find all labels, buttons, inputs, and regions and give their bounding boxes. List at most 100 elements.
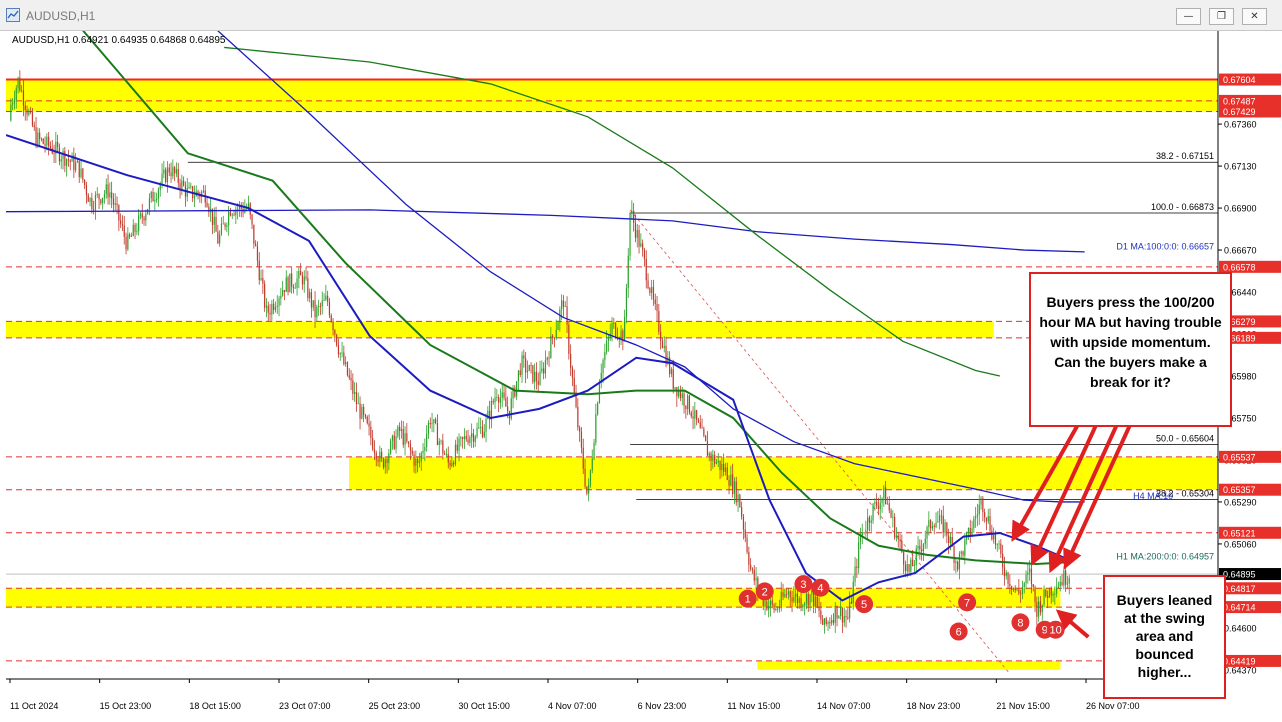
candle-body <box>292 286 295 289</box>
candle-body <box>471 433 473 438</box>
candle-body <box>319 305 322 307</box>
candle-body <box>278 298 280 306</box>
candle-body <box>809 594 811 606</box>
candle-body <box>478 427 480 429</box>
candle-body <box>96 194 98 195</box>
candle-body <box>345 362 347 365</box>
close-button[interactable]: ✕ <box>1242 8 1267 25</box>
candle-body <box>859 536 862 543</box>
candle-body <box>1038 601 1040 617</box>
candle-body <box>26 110 28 115</box>
candle-body <box>375 452 377 460</box>
candle-body <box>894 516 896 538</box>
candle-body <box>827 622 829 625</box>
candle-body <box>350 377 352 381</box>
candle-body <box>597 403 599 415</box>
candle-body <box>530 365 532 366</box>
swing-marker-label: 5 <box>861 599 867 611</box>
support-resistance-zone <box>6 321 994 338</box>
candle-body <box>579 427 581 432</box>
candle-body <box>924 538 926 545</box>
candle-body <box>647 280 649 289</box>
candle-body <box>417 458 419 463</box>
candle-body <box>226 225 228 227</box>
candle-body <box>66 159 68 166</box>
candle-body <box>897 535 899 540</box>
candle-body <box>586 486 588 494</box>
candle-body <box>769 600 772 606</box>
candle-body <box>300 270 302 276</box>
candle-body <box>264 283 266 308</box>
candle-body <box>436 422 439 446</box>
candle-body <box>483 431 485 437</box>
candle-body <box>1011 586 1013 590</box>
candle-body <box>1018 589 1020 594</box>
candle-body <box>1036 602 1038 617</box>
candle-body <box>1043 589 1045 605</box>
candle-body <box>733 481 736 494</box>
candle-body <box>1063 570 1065 586</box>
candle-body <box>771 600 773 605</box>
candle-body <box>935 522 937 528</box>
candle-body <box>726 467 728 481</box>
candle-body <box>355 392 358 404</box>
candle-body <box>634 222 637 238</box>
candle-body <box>217 231 219 244</box>
candle-body <box>537 381 539 385</box>
candle-body <box>976 514 979 517</box>
candle-body <box>170 172 172 177</box>
candle-body <box>867 517 869 531</box>
candle-body <box>800 598 802 608</box>
candle-body <box>973 518 975 529</box>
candle-body <box>825 618 827 625</box>
candle-body <box>883 487 885 499</box>
candle-body <box>228 211 230 226</box>
candle-body <box>314 300 316 318</box>
restore-button[interactable]: ❐ <box>1209 8 1234 25</box>
candle-body <box>982 498 984 513</box>
candle-body <box>573 377 575 394</box>
candle-body <box>886 503 889 505</box>
candle-body <box>426 434 428 448</box>
candle-body <box>472 433 475 442</box>
candle-body <box>166 167 169 183</box>
price-level-label: 0.65121 <box>1223 528 1256 538</box>
candle-body <box>462 437 464 439</box>
candle-body <box>931 526 934 529</box>
candle-body <box>262 278 264 284</box>
candle-body <box>391 435 394 441</box>
candle-body <box>683 393 685 406</box>
candle-body <box>674 387 676 389</box>
candle-body <box>505 397 507 407</box>
candle-body <box>670 369 673 375</box>
candle-body <box>267 305 269 313</box>
time-tick-label: 4 Nov 07:00 <box>548 701 597 711</box>
candle-body <box>82 168 84 180</box>
minimize-button[interactable]: — <box>1176 8 1201 25</box>
candle-body <box>895 535 898 538</box>
candle-body <box>233 214 235 216</box>
candle-body <box>190 186 192 188</box>
candle-body <box>1039 601 1042 613</box>
candle-body <box>872 503 874 521</box>
candle-body <box>105 184 107 195</box>
candle-body <box>588 484 590 494</box>
candle-body <box>397 426 399 437</box>
candle-body <box>1050 588 1052 596</box>
time-tick-label: 25 Oct 23:00 <box>369 701 421 711</box>
candle-body <box>431 423 433 425</box>
candle-body <box>116 203 118 206</box>
candle-body <box>213 216 215 225</box>
candle-body <box>834 605 836 623</box>
candle-body <box>746 537 748 553</box>
candle-body <box>298 270 300 279</box>
candle-body <box>1014 587 1016 591</box>
candle-body <box>994 534 997 545</box>
candle-body <box>78 160 80 178</box>
candle-body <box>611 323 613 334</box>
candle-body <box>741 507 743 517</box>
window-titlebar: AUDUSD,H1 — ❐ ✕ <box>0 0 1282 31</box>
candle-body <box>413 454 415 466</box>
swing-marker-label: 8 <box>1017 617 1023 629</box>
candle-body <box>917 545 919 549</box>
